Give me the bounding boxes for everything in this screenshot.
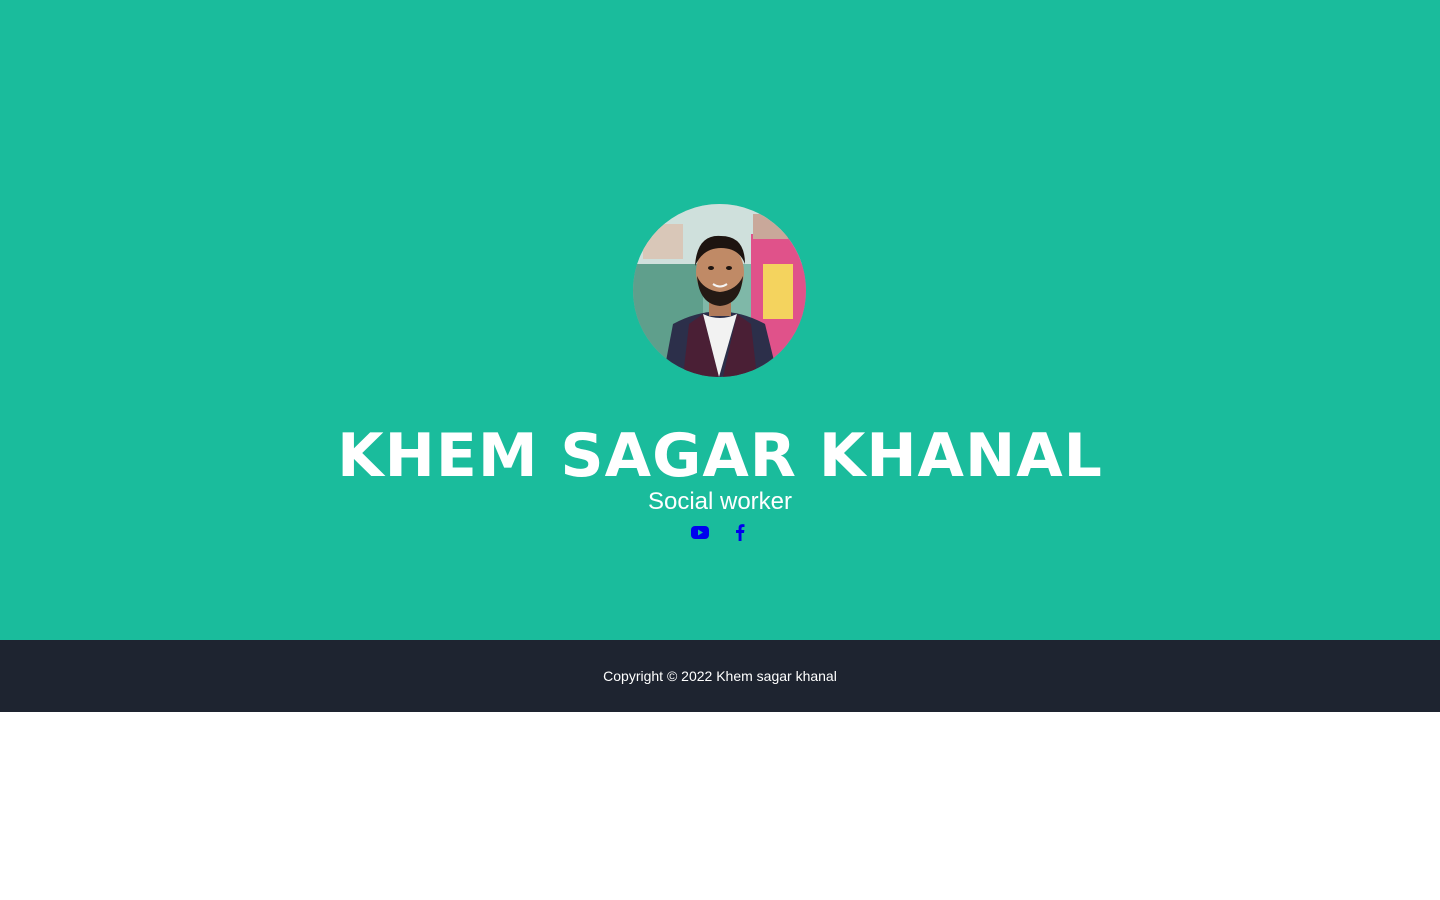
- profile-photo: [633, 204, 806, 377]
- profile-name: KHEM SAGAR KHANAL: [337, 421, 1103, 491]
- footer: Copyright © 2022 Khem sagar khanal: [0, 640, 1440, 712]
- facebook-icon: [736, 524, 745, 541]
- youtube-link[interactable]: [690, 521, 710, 543]
- avatar: [633, 204, 806, 377]
- youtube-icon: [691, 526, 709, 539]
- facebook-link[interactable]: [730, 521, 750, 543]
- profile-role: Social worker: [647, 488, 793, 515]
- masthead: KHEM SAGAR KHANAL Social worker: [0, 0, 1440, 640]
- social-links: [0, 521, 1440, 543]
- copyright-text: Copyright © 2022 Khem sagar khanal: [603, 668, 837, 684]
